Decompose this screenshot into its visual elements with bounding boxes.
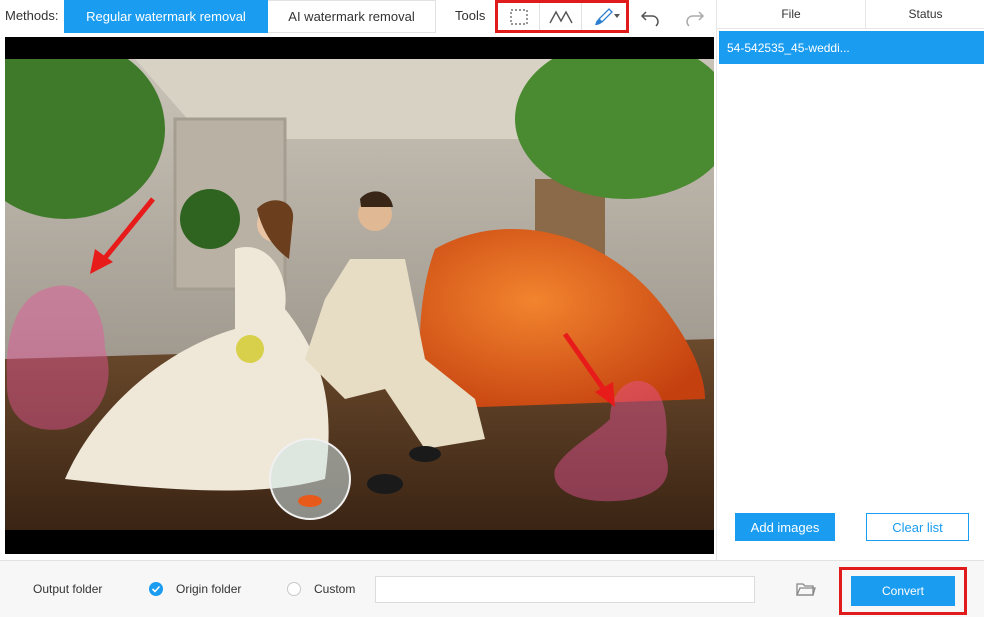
watermark-remover-app: Methods: Regular watermark removal AI wa… <box>0 0 984 617</box>
chevron-down-icon[interactable] <box>613 13 621 19</box>
tools-label: Tools <box>455 8 486 23</box>
brush-icon <box>595 7 613 25</box>
file-list-header: File Status <box>717 0 984 29</box>
rectangle-select-icon <box>509 8 528 25</box>
custom-folder-radio[interactable] <box>287 582 301 596</box>
origin-folder-radio[interactable] <box>149 582 163 596</box>
rectangle-select-tool[interactable] <box>498 3 540 30</box>
column-header-file[interactable]: File <box>717 0 866 28</box>
column-header-status[interactable]: Status <box>866 0 984 28</box>
toolbar: Methods: Regular watermark removal AI wa… <box>0 0 716 33</box>
origin-folder-label[interactable]: Origin folder <box>176 582 241 596</box>
custom-folder-label[interactable]: Custom <box>314 582 355 596</box>
convert-button[interactable]: Convert <box>851 576 955 606</box>
polygonal-lasso-tool[interactable] <box>540 3 582 30</box>
output-path-input[interactable] <box>375 576 755 603</box>
folder-icon[interactable] <box>796 580 816 598</box>
undo-icon[interactable] <box>639 6 661 28</box>
brush-tool[interactable] <box>582 3 626 30</box>
polygonal-lasso-icon <box>548 10 573 23</box>
output-bar: Output folder Origin folder Custom Conve… <box>0 560 984 617</box>
tools-group <box>495 0 629 33</box>
file-panel: File Status 54-542535_45-weddi... Add im… <box>716 0 984 560</box>
clear-list-button[interactable]: Clear list <box>866 513 969 541</box>
wedding-photo <box>5 59 714 530</box>
redo-icon[interactable] <box>684 6 706 28</box>
add-images-button[interactable]: Add images <box>735 513 835 541</box>
convert-highlight: Convert <box>839 567 967 615</box>
file-list-item[interactable]: 54-542535_45-weddi... <box>719 31 984 64</box>
methods-label: Methods: <box>5 8 59 23</box>
tab-regular-watermark-removal[interactable]: Regular watermark removal <box>64 0 268 33</box>
tab-ai-watermark-removal[interactable]: AI watermark removal <box>268 0 436 33</box>
output-folder-label: Output folder <box>33 582 103 596</box>
image-canvas[interactable] <box>5 37 714 554</box>
checkmark-icon <box>151 585 161 593</box>
